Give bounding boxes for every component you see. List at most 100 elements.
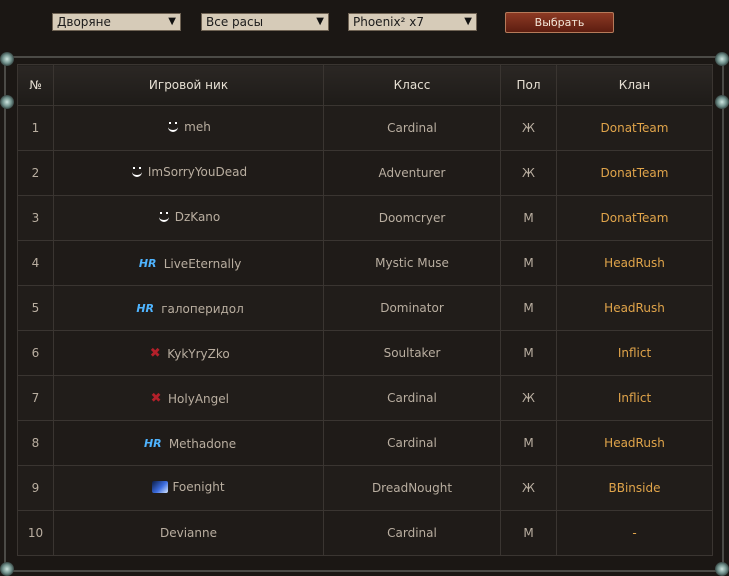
server-value: Phoenix² x7 <box>353 15 424 29</box>
player-nickname[interactable]: Devianne <box>160 526 217 540</box>
nickname-text: Devianne <box>159 526 217 540</box>
player-sex: М <box>500 510 557 556</box>
nickname-text: KykYryZko <box>167 346 230 361</box>
nickname-text: HolyAngel <box>168 391 229 406</box>
player-nickname[interactable]: HR Methadone <box>141 437 236 451</box>
player-sex: Ж <box>500 375 557 421</box>
header-class: Класс <box>323 64 501 106</box>
table-row[interactable]: 8 HR Methadone Cardinal М HeadRush <box>17 420 713 466</box>
player-clan: DonatTeam <box>556 195 713 241</box>
player-clan: HeadRush <box>556 420 713 466</box>
player-sex: Ж <box>500 150 557 196</box>
clan-crest-smile-icon <box>166 121 180 133</box>
clan-crest-smile-icon <box>157 211 171 223</box>
nickname-text: ImSorryYouDead <box>147 165 248 179</box>
player-clan: - <box>556 510 713 556</box>
clan-crest-comet-icon <box>152 481 169 493</box>
table-row[interactable]: 10 Devianne Cardinal М - <box>17 510 713 556</box>
table-row[interactable]: 4 HR LiveEternally Mystic Muse М HeadRush <box>17 240 713 286</box>
chevron-down-icon: ▼ <box>316 16 324 27</box>
chevron-down-icon: ▼ <box>464 16 472 27</box>
row-number: 7 <box>17 375 54 421</box>
player-sex: М <box>500 285 557 331</box>
table-row[interactable]: 2 ImSorryYouDead Adventurer Ж DonatTeam <box>17 150 713 196</box>
frame-corner-ornament <box>0 52 14 66</box>
player-nickname[interactable]: HR галоперидол <box>133 301 243 316</box>
clan-crest-hr-icon: HR <box>136 301 155 315</box>
player-sex: М <box>500 195 557 241</box>
player-sex: Ж <box>500 105 557 151</box>
player-clan: Inflict <box>556 330 713 376</box>
class-group-select[interactable]: Дворяне ▼ <box>52 13 181 31</box>
row-number: 1 <box>17 105 54 151</box>
server-select[interactable]: Phoenix² x7 ▼ <box>348 13 477 31</box>
nickname-text: Foenight <box>172 480 225 494</box>
clan-crest-hr-icon: HR <box>143 436 162 450</box>
player-nickname-cell: Devianne <box>53 510 324 556</box>
table-row[interactable]: 1 meh Cardinal Ж DonatTeam <box>17 105 713 151</box>
header-nickname: Игровой ник <box>53 64 324 106</box>
table-body: 1 meh Cardinal Ж DonatTeam 2 ImSorryYouDead Adv… <box>17 105 713 556</box>
player-nickname-cell: DzKano <box>53 195 324 241</box>
table-row[interactable]: 9 Foenight DreadNought Ж BBinside <box>17 465 713 511</box>
nickname-text: Methadone <box>168 436 237 451</box>
nickname-text: meh <box>184 120 211 134</box>
player-nickname[interactable]: Foenight <box>152 480 225 494</box>
player-nickname[interactable]: ✖ HolyAngel <box>148 392 229 406</box>
row-number: 3 <box>17 195 54 241</box>
frame-corner-ornament <box>0 95 14 109</box>
clan-crest-smile-icon <box>130 166 144 178</box>
player-nickname-cell: HR Methadone <box>53 420 324 466</box>
player-clan: Inflict <box>556 375 713 421</box>
player-sex: М <box>500 240 557 286</box>
player-clan: HeadRush <box>556 240 713 286</box>
player-clan: BBinside <box>556 465 713 511</box>
player-class: Cardinal <box>323 375 501 421</box>
frame-corner-ornament <box>715 52 729 66</box>
frame-corner-ornament <box>715 95 729 109</box>
race-value: Все расы <box>206 15 264 29</box>
table-row[interactable]: 6 ✖ KykYryZko Soultaker М Inflict <box>17 330 713 376</box>
race-select[interactable]: Все расы ▼ <box>201 13 329 31</box>
table-row[interactable]: 7 ✖ HolyAngel Cardinal Ж Inflict <box>17 375 713 421</box>
row-number: 6 <box>17 330 54 376</box>
player-class: Dominator <box>323 285 501 331</box>
player-class: Doomcryer <box>323 195 501 241</box>
player-nickname-cell: meh <box>53 105 324 151</box>
player-class: DreadNought <box>323 465 501 511</box>
player-class: Cardinal <box>323 105 501 151</box>
filter-bar: Дворяне ▼ Все расы ▼ Phoenix² x7 ▼ Выбра… <box>0 0 729 50</box>
player-clan: HeadRush <box>556 285 713 331</box>
player-nickname[interactable]: ImSorryYouDead <box>130 165 247 179</box>
player-nickname-cell: ImSorryYouDead <box>53 150 324 196</box>
row-number: 2 <box>17 150 54 196</box>
table-header-row: № Игровой ник Класс Пол Клан <box>17 64 713 106</box>
players-table: № Игровой ник Класс Пол Клан 1 meh Cardina… <box>17 64 713 556</box>
submit-button[interactable]: Выбрать <box>505 12 614 33</box>
chevron-down-icon: ▼ <box>168 16 176 27</box>
player-class: Cardinal <box>323 420 501 466</box>
player-class: Soultaker <box>323 330 501 376</box>
table-row[interactable]: 5 HR галоперидол Dominator М HeadRush <box>17 285 713 331</box>
class-group-value: Дворяне <box>57 15 111 29</box>
player-nickname[interactable]: HR LiveEternally <box>136 256 242 271</box>
nickname-text: LiveEternally <box>163 256 242 271</box>
player-nickname[interactable]: meh <box>166 120 211 134</box>
player-nickname-cell: HR галоперидол <box>53 285 324 331</box>
table-row[interactable]: 3 DzKano Doomcryer М DonatTeam <box>17 195 713 241</box>
row-number: 10 <box>17 510 54 556</box>
row-number: 9 <box>17 465 54 511</box>
player-nickname-cell: ✖ HolyAngel <box>53 375 324 421</box>
nickname-text: DzKano <box>174 210 221 224</box>
player-class: Cardinal <box>323 510 501 556</box>
player-clan: DonatTeam <box>556 150 713 196</box>
player-sex: М <box>500 330 557 376</box>
frame-corner-ornament <box>0 562 14 576</box>
header-sex: Пол <box>500 64 557 106</box>
player-nickname[interactable]: DzKano <box>157 210 221 224</box>
header-number: № <box>17 64 54 106</box>
player-class: Adventurer <box>323 150 501 196</box>
clan-crest-x-icon: ✖ <box>149 345 161 361</box>
player-nickname[interactable]: ✖ KykYryZko <box>147 347 230 361</box>
player-sex: Ж <box>500 465 557 511</box>
